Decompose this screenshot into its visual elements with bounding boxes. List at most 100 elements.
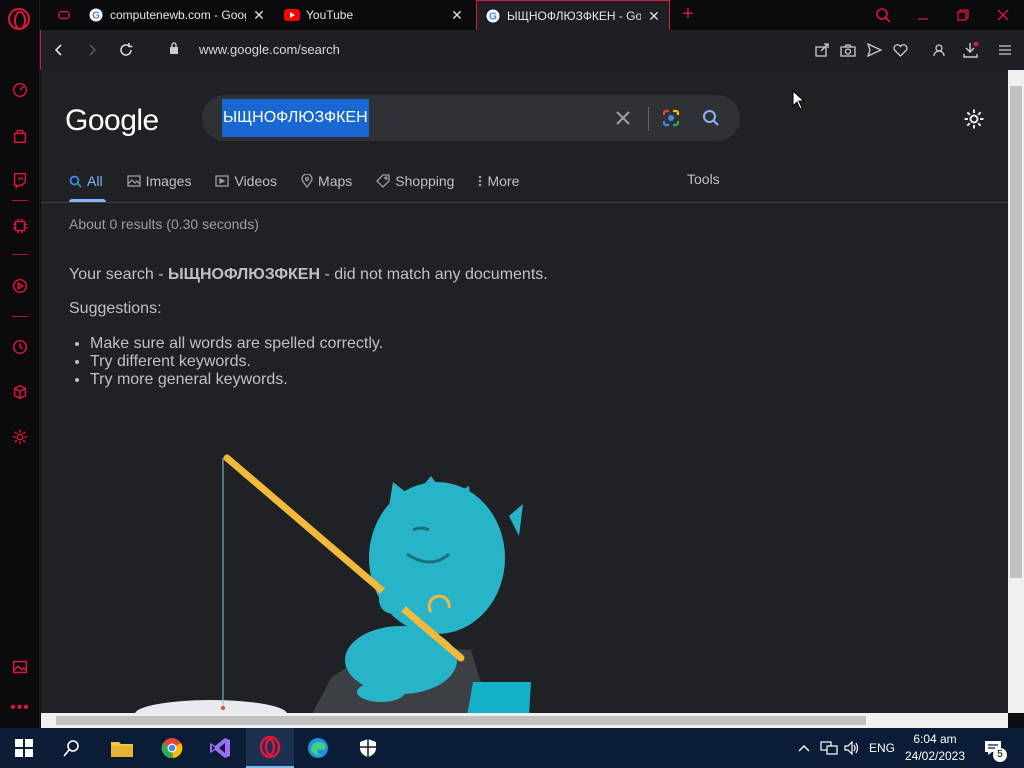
google-logo[interactable]: Google [65,104,159,138]
clear-search-icon[interactable] [612,107,634,129]
send-icon[interactable] [864,40,884,60]
download-icon[interactable] [961,40,981,60]
tab-title: YouTube [306,8,354,22]
tab-shopping[interactable]: Shopping [376,170,454,192]
file-explorer-icon[interactable] [98,728,146,768]
easy-setup-menu-icon[interactable] [995,40,1015,60]
opera-logo-icon[interactable] [8,8,30,30]
new-tab-plus-icon[interactable]: + [678,4,698,24]
sidebar-divider [12,254,28,255]
svg-text:G: G [92,11,100,22]
address-url[interactable]: www.google.com/search [199,42,340,57]
opera-sidebar: ••• [0,0,40,728]
no-match-prefix: Your search - [69,266,169,283]
settings-gear-icon[interactable] [10,427,30,447]
no-match-suffix: - did not match any documents. [320,266,548,283]
sidebar-more-icon[interactable]: ••• [10,698,30,718]
search-input[interactable]: ЫЩНОФЛЮЗФКЕН [222,99,369,137]
close-tab-icon[interactable]: ✕ [647,9,661,23]
tab-label: Shopping [395,173,455,189]
close-tab-icon[interactable]: ✕ [450,8,464,22]
security-shield-icon[interactable] [344,728,392,768]
result-stats: About 0 results (0.30 seconds) [69,216,259,232]
google-icon: G [485,8,501,24]
windows-start-icon[interactable] [0,728,48,768]
opera-taskbar-icon[interactable] [246,728,294,768]
ice-hole [135,700,287,713]
lock-icon[interactable] [169,42,183,58]
browser-window: ••• G computenewb.com - Goog ✕ YouTube ✕… [0,0,1024,728]
horizontal-scroll-thumb[interactable] [56,716,866,725]
extensions-cube-icon[interactable] [10,382,30,402]
tab-computenewb[interactable]: G computenewb.com - Goog ✕ [80,0,274,30]
wallpaper-image-icon[interactable] [10,657,30,677]
bookmark-heart-icon[interactable] [890,40,910,60]
tools-button[interactable]: Tools [687,171,720,187]
fishing-monster-illustration [135,454,531,713]
no-match-query: ЫЩНОФЛЮЗФКЕН [168,266,321,283]
speed-dial-icon[interactable] [10,80,30,100]
taskbar-search-icon[interactable] [48,728,96,768]
network-icon[interactable] [818,728,840,768]
snapshot-camera-icon[interactable] [838,40,858,60]
search-tabs: All Images Videos Maps Shopping More [69,170,543,202]
reload-icon[interactable] [116,40,136,60]
image-icon [126,175,141,187]
mouse-cursor-icon [792,90,806,110]
share-icon[interactable] [812,40,832,60]
search-divider [648,107,649,131]
forward-arrow-icon[interactable] [82,40,102,60]
taskbar-clock[interactable]: 6:04 am 24/02/2023 [900,731,970,765]
suggestion-item: Try more general keywords. [90,371,383,389]
google-icon: G [88,7,104,23]
clock-date: 24/02/2023 [904,749,966,763]
suggestions-heading: Suggestions: [69,300,162,317]
suggestions-list: Make sure all words are spelled correctl… [90,335,383,389]
map-pin-icon [301,174,313,188]
tab-gamer-icon[interactable] [50,0,78,30]
google-lens-icon[interactable] [660,107,682,129]
visual-studio-icon[interactable] [196,728,244,768]
tab-label: Maps [318,173,353,189]
window-close-icon[interactable] [993,5,1013,25]
suggestion-item: Try different keywords. [90,353,383,371]
sidebar-divider [12,200,28,201]
back-arrow-icon[interactable] [49,40,69,60]
edge-icon[interactable] [294,728,342,768]
tab-videos[interactable]: Videos [215,170,277,192]
tab-images[interactable]: Images [126,170,191,192]
header-divider [41,202,1008,203]
notification-count-badge: 5 [993,748,1007,762]
chip-icon[interactable] [10,216,30,236]
tab-more[interactable]: More [478,170,519,192]
settings-gear-icon[interactable] [963,108,985,130]
tab-maps[interactable]: Maps [301,170,352,192]
tab-youtube[interactable]: YouTube ✕ [276,0,472,30]
bucket [467,682,531,713]
search-results-page: Google ЫЩНОФЛЮЗФКЕН All Images Videos Ma… [41,70,1008,713]
player-icon[interactable] [10,276,30,296]
chrome-icon[interactable] [148,728,196,768]
tab-title: ЫЩНОФЛЮЗФКЕН - Goog [507,8,641,23]
search-icon [69,175,82,188]
shopping-bag-icon[interactable] [10,126,30,146]
tab-all[interactable]: All [69,170,103,192]
twitch-icon[interactable] [10,170,30,190]
search-submit-icon[interactable] [700,107,722,129]
close-tab-icon[interactable]: ✕ [252,8,266,22]
search-box[interactable]: ЫЩНОФЛЮЗФКЕН [202,95,740,141]
history-clock-icon[interactable] [10,337,30,357]
tray-chevron-up-icon[interactable] [796,728,812,768]
restore-icon[interactable] [953,5,973,25]
volume-icon[interactable] [842,728,862,768]
tab-google-search[interactable]: G ЫЩНОФЛЮЗФКЕН - Goog ✕ [476,0,670,30]
language-indicator[interactable]: ENG [866,728,898,768]
tab-search-icon[interactable] [873,5,893,25]
minimize-icon[interactable] [913,5,933,25]
svg-text:G: G [489,11,497,22]
account-icon[interactable] [929,40,949,60]
vertical-scroll-thumb[interactable] [1010,86,1022,578]
sidebar-divider [12,316,28,317]
no-match-message: Your search - ЫЩНОФЛЮЗФКЕН - did not mat… [69,266,548,284]
tab-label: Videos [234,173,278,189]
